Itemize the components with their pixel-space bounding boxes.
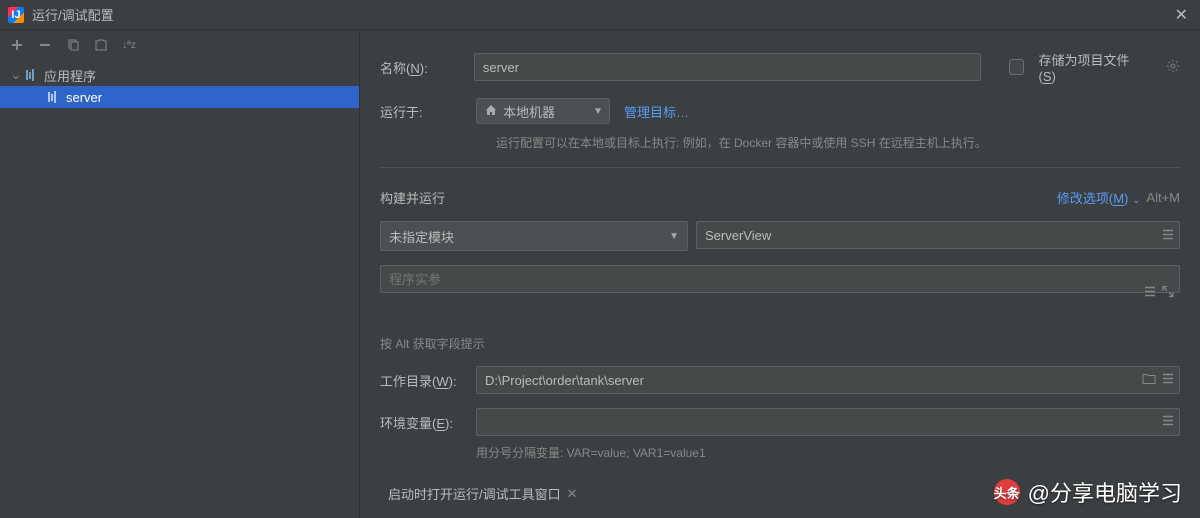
config-tree: ⌄ 应用程序 server (0, 60, 359, 518)
watermark-logo: 头条 (994, 479, 1020, 505)
chevron-down-icon: ▼ (669, 231, 679, 242)
program-args-input[interactable] (380, 265, 1180, 293)
chevron-down-icon: ▼ (593, 106, 603, 117)
watermark: 头条 @分享电脑学习 (994, 476, 1182, 508)
open-tool-window-pill[interactable]: 启动时打开运行/调试工具窗口 ✕ (380, 481, 586, 506)
browse-folder-icon[interactable] (1142, 373, 1156, 388)
window-title: 运行/调试配置 (32, 5, 1163, 24)
store-as-file-checkbox[interactable] (1009, 59, 1025, 75)
list-icon[interactable] (1162, 373, 1174, 388)
applications-icon (26, 69, 40, 81)
workdir-input[interactable] (476, 366, 1180, 394)
alt-hint: 按 Alt 获取字段提示 (380, 335, 1180, 352)
main-class-input[interactable] (696, 221, 1180, 249)
row-run-on: 运行于: 本地机器 ▼ 管理目标… (380, 98, 1180, 124)
tree-item-server[interactable]: server (0, 86, 359, 108)
home-icon (485, 104, 497, 119)
expand-icon[interactable] (1162, 286, 1174, 301)
close-icon[interactable]: ✕ (1171, 5, 1192, 25)
env-hint: 用分号分隔变量: VAR=value; VAR1=value1 (380, 444, 1180, 461)
run-on-hint: 运行配置可以在本地或目标上执行: 例如，在 Docker 容器中或使用 SSH … (380, 134, 1180, 151)
build-run-title: 构建并运行 (380, 188, 445, 207)
chevron-down-icon: ⌄ (10, 67, 22, 83)
list-icon[interactable] (1162, 415, 1174, 430)
manage-targets-link[interactable]: 管理目标… (624, 102, 689, 121)
env-label: 环境变量(E): (380, 413, 462, 432)
copy-icon[interactable] (66, 38, 80, 52)
workdir-label: 工作目录(W): (380, 371, 462, 390)
module-value: 未指定模块 (389, 227, 454, 246)
run-config-icon (48, 91, 62, 103)
row-env: 环境变量(E): (380, 408, 1180, 436)
main-class-field-wrap (696, 221, 1180, 251)
divider (380, 167, 1180, 168)
tree-item-label: server (66, 90, 102, 105)
modify-options-link[interactable]: 修改选项(M) ⌄ (1057, 188, 1141, 207)
list-icon[interactable] (1162, 229, 1174, 244)
modify-shortcut: Alt+M (1146, 190, 1180, 205)
sidebar: ↓ªz ⌄ 应用程序 server (0, 30, 360, 518)
run-on-dropdown[interactable]: 本地机器 ▼ (476, 98, 610, 124)
tree-root-label: 应用程序 (44, 66, 96, 85)
remove-icon[interactable] (38, 38, 52, 52)
app-icon: IJ (8, 7, 24, 23)
save-icon[interactable] (94, 38, 108, 52)
run-on-label: 运行于: (380, 102, 462, 121)
module-dropdown[interactable]: 未指定模块 ▼ (380, 221, 688, 251)
name-input[interactable] (474, 53, 981, 81)
dialog-body: ↓ªz ⌄ 应用程序 server 名称(N): (0, 30, 1200, 518)
store-as-file-label: 存储为项目文件(S) (1038, 50, 1144, 84)
row-module-class: 未指定模块 ▼ (380, 221, 1180, 251)
list-icon[interactable] (1144, 286, 1156, 301)
close-icon[interactable]: ✕ (567, 486, 578, 502)
row-name: 名称(N): 存储为项目文件(S) (380, 50, 1180, 84)
titlebar: IJ 运行/调试配置 ✕ (0, 0, 1200, 30)
watermark-text: @分享电脑学习 (1028, 476, 1182, 508)
tree-root-applications[interactable]: ⌄ 应用程序 (0, 64, 359, 86)
sidebar-toolbar: ↓ªz (0, 30, 359, 60)
run-on-value: 本地机器 (503, 102, 555, 121)
row-workdir: 工作目录(W): (380, 366, 1180, 394)
sort-icon[interactable]: ↓ªz (122, 38, 136, 52)
env-input[interactable] (476, 408, 1180, 436)
add-icon[interactable] (10, 38, 24, 52)
program-args-wrap (380, 265, 1180, 321)
name-label: 名称(N): (380, 58, 460, 77)
section-build-run: 构建并运行 修改选项(M) ⌄ Alt+M (380, 188, 1180, 207)
pill-label: 启动时打开运行/调试工具窗口 (388, 484, 561, 503)
form-content: 名称(N): 存储为项目文件(S) 运行于: 本地机器 ▼ 管理目标… (360, 30, 1200, 518)
gear-icon[interactable] (1166, 59, 1180, 76)
